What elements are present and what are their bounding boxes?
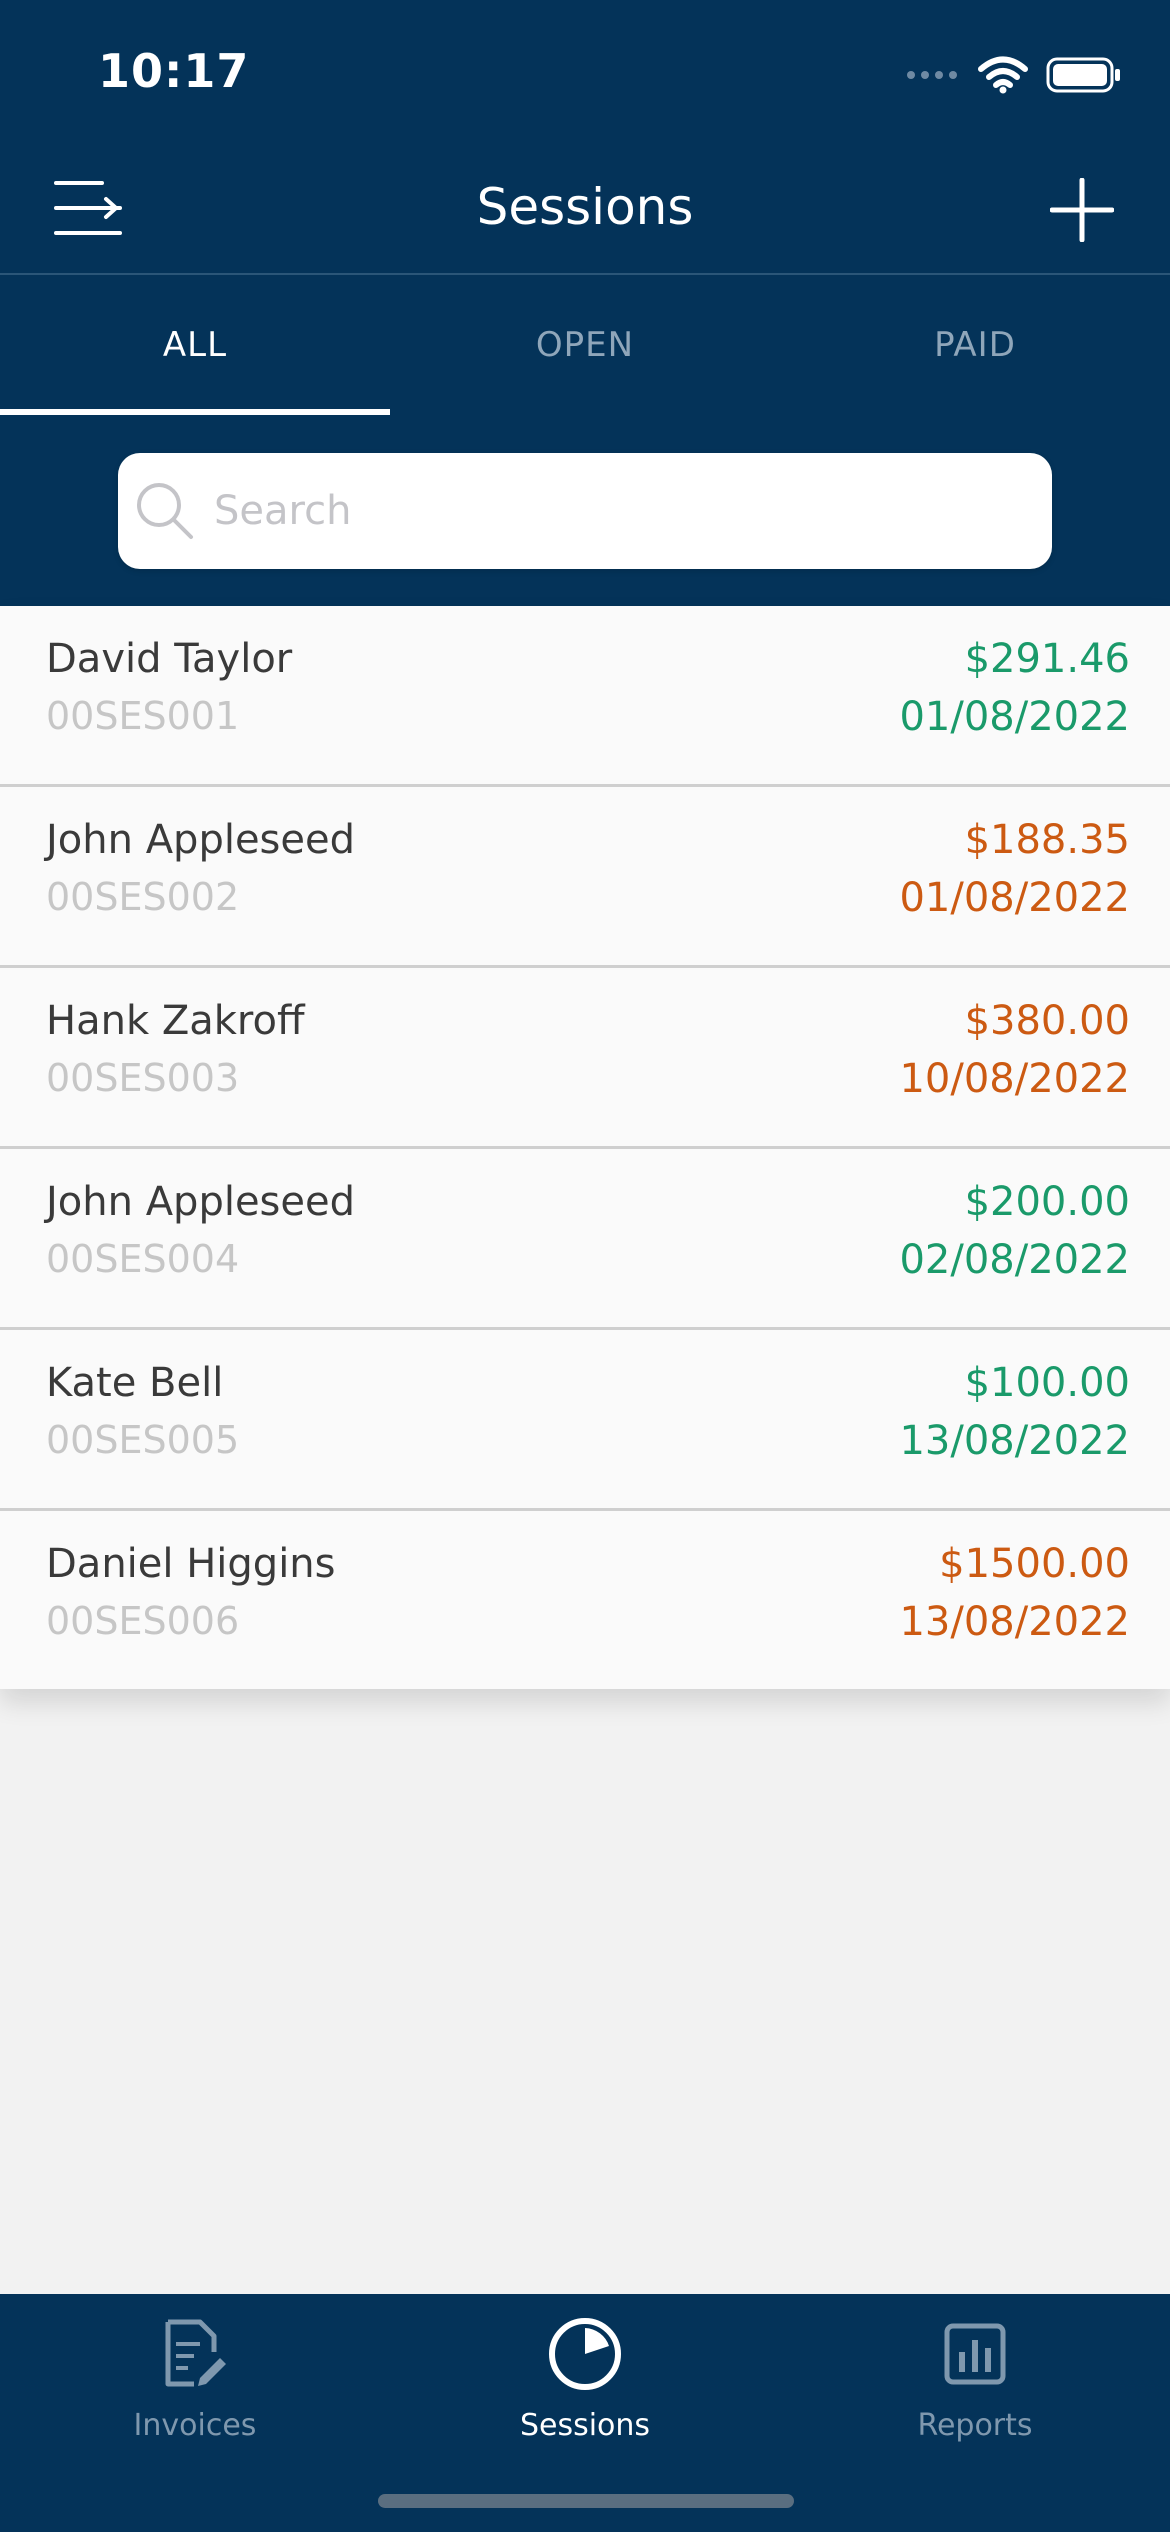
session-row[interactable]: Hank Zakroff 00SES003 $380.00 10/08/2022 bbox=[0, 968, 1170, 1149]
sessions-list: David Taylor 00SES001 $291.46 01/08/2022… bbox=[0, 606, 1170, 1689]
session-date: 13/08/2022 bbox=[899, 1418, 1130, 1464]
session-date: 02/08/2022 bbox=[899, 1237, 1130, 1283]
session-amount: $291.46 bbox=[964, 636, 1130, 682]
session-amount: $380.00 bbox=[964, 998, 1130, 1044]
tabbar-item-reports[interactable]: Reports bbox=[780, 2294, 1170, 2464]
session-id: 00SES005 bbox=[46, 1418, 240, 1462]
client-name: Hank Zakroff bbox=[46, 998, 305, 1044]
tab-all[interactable]: ALL bbox=[0, 275, 390, 415]
tabbar-item-invoices[interactable]: Invoices bbox=[0, 2294, 390, 2464]
client-name: David Taylor bbox=[46, 636, 293, 682]
page-title: Sessions bbox=[476, 178, 694, 236]
plus-icon bbox=[1050, 178, 1114, 242]
session-row[interactable]: Daniel Higgins 00SES006 $1500.00 13/08/2… bbox=[0, 1511, 1170, 1689]
home-indicator bbox=[378, 2494, 794, 2508]
session-row[interactable]: John Appleseed 00SES002 $188.35 01/08/20… bbox=[0, 787, 1170, 968]
search-bar bbox=[118, 453, 1052, 569]
client-name: Kate Bell bbox=[46, 1360, 224, 1406]
session-id: 00SES004 bbox=[46, 1237, 240, 1281]
status-icons bbox=[906, 50, 1122, 100]
session-id: 00SES003 bbox=[46, 1056, 240, 1100]
session-id: 00SES006 bbox=[46, 1599, 240, 1643]
sessions-icon bbox=[545, 2314, 625, 2394]
session-date: 01/08/2022 bbox=[899, 875, 1130, 921]
session-row[interactable]: David Taylor 00SES001 $291.46 01/08/2022 bbox=[0, 606, 1170, 787]
nav-bar: Sessions bbox=[0, 150, 1170, 275]
wifi-icon bbox=[978, 56, 1028, 94]
tabbar-label: Reports bbox=[917, 2408, 1033, 2443]
status-time: 10:17 bbox=[98, 44, 250, 98]
session-amount: $200.00 bbox=[964, 1179, 1130, 1225]
tabbar-label: Sessions bbox=[519, 2408, 651, 2443]
client-name: Daniel Higgins bbox=[46, 1541, 336, 1587]
invoice-icon bbox=[155, 2314, 235, 2394]
header: 10:17 Sessions ALL OPEN PAID Search bbox=[0, 0, 1170, 606]
add-session-button[interactable] bbox=[1042, 170, 1122, 250]
client-name: John Appleseed bbox=[46, 817, 356, 863]
session-date: 10/08/2022 bbox=[899, 1056, 1130, 1102]
tabbar-label: Invoices bbox=[133, 2408, 257, 2443]
session-amount: $1500.00 bbox=[939, 1541, 1130, 1587]
search-input[interactable] bbox=[212, 470, 1036, 552]
session-row[interactable]: John Appleseed 00SES004 $200.00 02/08/20… bbox=[0, 1149, 1170, 1330]
session-amount: $188.35 bbox=[964, 817, 1130, 863]
status-bar: 10:17 bbox=[0, 0, 1170, 150]
tab-paid[interactable]: PAID bbox=[780, 275, 1170, 415]
session-row[interactable]: Kate Bell 00SES005 $100.00 13/08/2022 bbox=[0, 1330, 1170, 1511]
signal-icon bbox=[907, 71, 957, 79]
session-date: 13/08/2022 bbox=[899, 1599, 1130, 1645]
session-id: 00SES002 bbox=[46, 875, 240, 919]
tabbar-item-sessions[interactable]: Sessions bbox=[390, 2294, 780, 2464]
session-date: 01/08/2022 bbox=[899, 694, 1130, 740]
bottom-tab-bar: Invoices Sessions Reports bbox=[0, 2294, 1170, 2532]
search-icon bbox=[130, 476, 200, 546]
reports-icon bbox=[935, 2314, 1015, 2394]
session-id: 00SES001 bbox=[46, 694, 240, 738]
session-amount: $100.00 bbox=[964, 1360, 1130, 1406]
client-name: John Appleseed bbox=[46, 1179, 356, 1225]
filter-tabs: ALL OPEN PAID bbox=[0, 275, 1170, 415]
battery-icon bbox=[1046, 57, 1120, 93]
tab-open[interactable]: OPEN bbox=[390, 275, 780, 415]
